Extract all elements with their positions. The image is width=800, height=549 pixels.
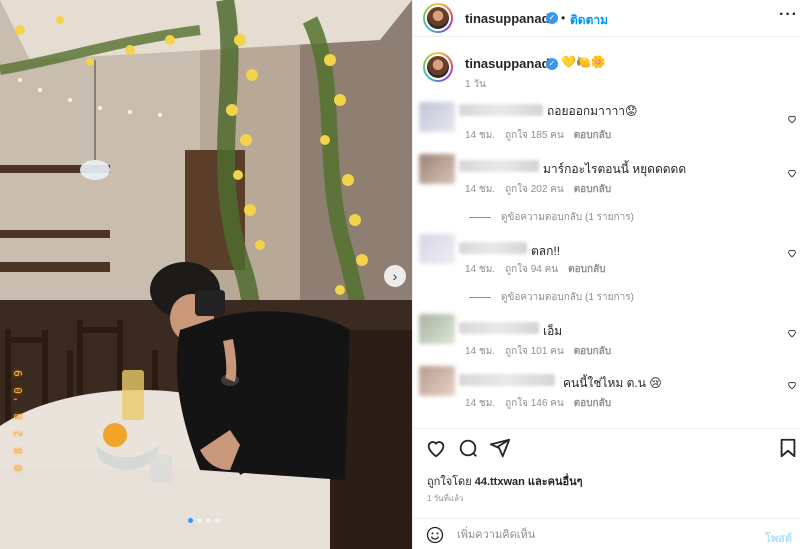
header-separator: • (561, 11, 566, 25)
comment-username[interactable] (459, 322, 539, 334)
carousel-dot (206, 518, 211, 523)
comment-text: ตลก!! (531, 244, 561, 258)
liked-by-suffix[interactable]: และคนอื่นๆ (528, 476, 583, 488)
view-replies-label: ดูข้อความตอบกลับ (1 รายการ) (501, 292, 634, 303)
comment-meta: 14 ชม. ถูกใจ 202 คน ตอบกลับ (465, 182, 611, 197)
comment-input[interactable] (457, 525, 757, 545)
heart-icon[interactable] (787, 380, 797, 390)
post-header: tinasuppanad ✓ • ติดตาม ··· (413, 0, 800, 37)
replies-divider (469, 297, 491, 298)
heart-icon[interactable] (787, 168, 797, 178)
comment-text: มาร์กอะไรตอนนี้ หยุดดดดด (543, 162, 687, 176)
avatar[interactable] (419, 366, 455, 396)
header-username[interactable]: tinasuppanad (465, 11, 550, 26)
liked-by-prefix: ถูกใจโดย (427, 476, 472, 488)
caption-text: 💛🍋🌼 (561, 55, 606, 69)
chevron-right-icon: › (392, 268, 398, 284)
bookmark-icon[interactable] (777, 437, 799, 459)
like-heart-icon[interactable] (425, 437, 447, 459)
reply-button[interactable]: ตอบกลับ (574, 128, 611, 143)
verified-badge-icon: ✓ (546, 58, 558, 70)
view-replies-button[interactable]: ดูข้อความตอบกลับ (1 รายการ) (469, 290, 634, 305)
heart-icon[interactable] (787, 328, 797, 338)
post-details-panel: tinasuppanad ✓ • ติดตาม ··· tinasuppanad… (412, 0, 800, 549)
follow-button[interactable]: ติดตาม (570, 11, 608, 30)
comment-time: 14 ชม. (465, 264, 496, 275)
replies-divider (469, 217, 491, 218)
carousel-indicator (188, 518, 220, 523)
post-photo[interactable]: 0 8 2 8 '0 9 › (0, 0, 412, 549)
view-replies-button[interactable]: ดูข้อความตอบกลับ (1 รายการ) (469, 210, 634, 225)
comment-text: ถอยออกมาาาา😟 (547, 104, 638, 118)
post-timestamp[interactable]: 1 วันที่แล้ว (427, 492, 463, 505)
comment-likes[interactable]: ถูกใจ 185 คน (505, 128, 564, 143)
reply-button[interactable]: ตอบกลับ (574, 182, 611, 197)
comment-time: 14 ชม. (465, 130, 496, 141)
carousel-dot (215, 518, 220, 523)
comment-bubble-icon[interactable] (457, 437, 479, 459)
emoji-smile-icon[interactable] (425, 525, 445, 545)
comment-text: เอ็ม (543, 324, 563, 338)
avatar[interactable] (419, 234, 455, 264)
comment-meta: 14 ชม. ถูกใจ 101 คน ตอบกลับ (465, 344, 611, 359)
comment-likes[interactable]: ถูกใจ 94 คน (505, 262, 558, 277)
share-send-icon[interactable] (489, 437, 511, 459)
add-comment-bar: โพสต์ (413, 518, 800, 549)
post-actions (413, 428, 800, 468)
avatar[interactable] (419, 154, 455, 184)
comment-username[interactable] (459, 242, 527, 254)
avatar[interactable] (423, 3, 453, 33)
verified-badge-icon: ✓ (546, 12, 558, 24)
comment-meta: 14 ชม. ถูกใจ 94 คน ตอบกลับ (465, 262, 606, 277)
caption-time: 1 วัน (465, 79, 486, 90)
comment-meta: 14 ชม. ถูกใจ 146 คน ตอบกลับ (465, 396, 611, 411)
avatar[interactable] (419, 102, 455, 132)
post-caption: tinasuppanad ✓ 💛🍋🌼 1 วัน (413, 46, 800, 94)
liked-by-user[interactable]: 44.ttxwan (475, 476, 525, 488)
post-comment-button[interactable]: โพสต์ (765, 529, 792, 547)
comment-username[interactable] (459, 374, 555, 386)
carousel-dot (197, 518, 202, 523)
photo-scene (0, 0, 412, 549)
comment-likes[interactable]: ถูกใจ 202 คน (505, 182, 564, 197)
comment-time: 14 ชม. (465, 346, 496, 357)
comment-username[interactable] (459, 104, 543, 116)
comment-likes[interactable]: ถูกใจ 146 คน (505, 396, 564, 411)
comment-likes[interactable]: ถูกใจ 101 คน (505, 344, 564, 359)
reply-button[interactable]: ตอบกลับ (568, 262, 605, 277)
heart-icon[interactable] (787, 248, 797, 258)
heart-icon[interactable] (787, 114, 797, 124)
comment-time: 14 ชม. (465, 398, 496, 409)
avatar[interactable] (419, 314, 455, 344)
more-horizontal-icon[interactable]: ··· (779, 6, 798, 24)
carousel-next-button[interactable]: › (384, 265, 406, 287)
reply-button[interactable]: ตอบกลับ (574, 396, 611, 411)
likes-summary[interactable]: ถูกใจโดย 44.ttxwan และคนอื่นๆ (427, 472, 583, 490)
carousel-dot (188, 518, 193, 523)
view-replies-label: ดูข้อความตอบกลับ (1 รายการ) (501, 212, 634, 223)
photo-date-stamp: 0 8 2 8 '0 9 (12, 368, 25, 472)
comment-text: คนนี้ใช่ไหม ต.น 😢 (563, 376, 662, 390)
caption-username[interactable]: tinasuppanad (465, 56, 550, 71)
comment-time: 14 ชม. (465, 184, 496, 195)
avatar[interactable] (423, 52, 453, 82)
comment-meta: 14 ชม. ถูกใจ 185 คน ตอบกลับ (465, 128, 611, 143)
comment-username[interactable] (459, 160, 539, 172)
reply-button[interactable]: ตอบกลับ (574, 344, 611, 359)
